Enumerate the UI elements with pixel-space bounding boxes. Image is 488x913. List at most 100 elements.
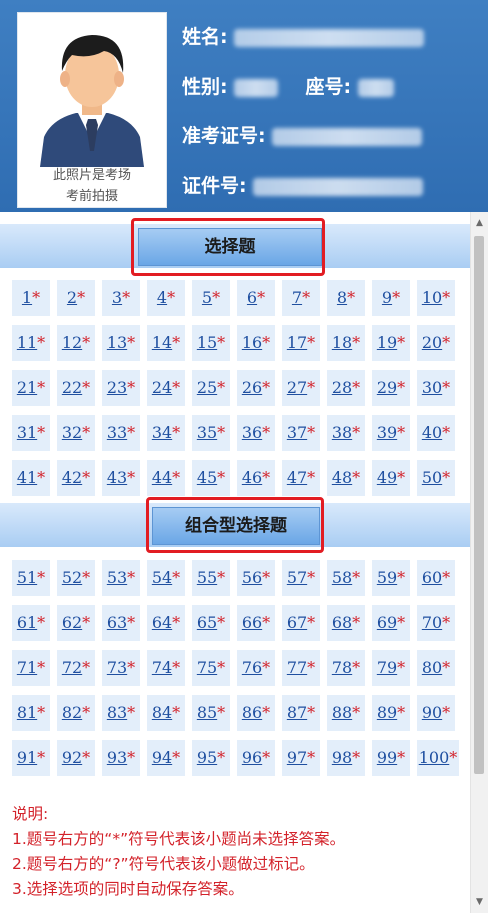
question-button-16[interactable]: 16* <box>237 325 275 361</box>
question-button-25[interactable]: 25* <box>192 370 230 406</box>
question-number[interactable]: 26 <box>242 378 262 397</box>
question-button-24[interactable]: 24* <box>147 370 185 406</box>
question-button-85[interactable]: 85* <box>192 695 230 731</box>
question-number[interactable]: 94 <box>152 748 172 767</box>
question-number[interactable]: 58 <box>332 568 352 587</box>
question-button-60[interactable]: 60* <box>417 560 455 596</box>
question-number[interactable]: 42 <box>62 468 82 487</box>
question-button-54[interactable]: 54* <box>147 560 185 596</box>
question-number[interactable]: 30 <box>422 378 442 397</box>
scroll-up-arrow-icon[interactable]: ▲ <box>471 216 488 230</box>
question-number[interactable]: 79 <box>377 658 397 677</box>
question-number[interactable]: 99 <box>377 748 397 767</box>
question-button-49[interactable]: 49* <box>372 460 410 496</box>
question-button-92[interactable]: 92* <box>57 740 95 776</box>
question-button-88[interactable]: 88* <box>327 695 365 731</box>
question-button-14[interactable]: 14* <box>147 325 185 361</box>
question-number[interactable]: 71 <box>17 658 37 677</box>
question-number[interactable]: 81 <box>17 703 37 722</box>
question-number[interactable]: 82 <box>62 703 82 722</box>
question-button-83[interactable]: 83* <box>102 695 140 731</box>
question-button-93[interactable]: 93* <box>102 740 140 776</box>
question-button-61[interactable]: 61* <box>12 605 50 641</box>
question-button-46[interactable]: 46* <box>237 460 275 496</box>
question-number[interactable]: 32 <box>62 423 82 442</box>
question-number[interactable]: 7 <box>292 288 302 307</box>
question-number[interactable]: 86 <box>242 703 262 722</box>
question-button-52[interactable]: 52* <box>57 560 95 596</box>
question-number[interactable]: 6 <box>247 288 257 307</box>
question-number[interactable]: 74 <box>152 658 172 677</box>
question-button-11[interactable]: 11* <box>12 325 50 361</box>
question-number[interactable]: 28 <box>332 378 352 397</box>
scrollbar-thumb[interactable] <box>474 236 484 774</box>
question-button-2[interactable]: 2* <box>57 280 95 316</box>
question-button-98[interactable]: 98* <box>327 740 365 776</box>
question-button-74[interactable]: 74* <box>147 650 185 686</box>
question-button-42[interactable]: 42* <box>57 460 95 496</box>
question-number[interactable]: 78 <box>332 658 352 677</box>
question-number[interactable]: 13 <box>107 333 127 352</box>
question-number[interactable]: 80 <box>422 658 442 677</box>
question-number[interactable]: 29 <box>377 378 397 397</box>
question-number[interactable]: 8 <box>337 288 347 307</box>
question-number[interactable]: 16 <box>242 333 262 352</box>
question-button-81[interactable]: 81* <box>12 695 50 731</box>
question-button-50[interactable]: 50* <box>417 460 455 496</box>
question-number[interactable]: 66 <box>242 613 262 632</box>
question-button-1[interactable]: 1* <box>12 280 50 316</box>
question-button-76[interactable]: 76* <box>237 650 275 686</box>
question-number[interactable]: 59 <box>377 568 397 587</box>
question-button-80[interactable]: 80* <box>417 650 455 686</box>
question-number[interactable]: 11 <box>17 333 37 352</box>
question-number[interactable]: 52 <box>62 568 82 587</box>
question-button-66[interactable]: 66* <box>237 605 275 641</box>
question-number[interactable]: 55 <box>197 568 217 587</box>
question-button-73[interactable]: 73* <box>102 650 140 686</box>
question-button-69[interactable]: 69* <box>372 605 410 641</box>
question-number[interactable]: 75 <box>197 658 217 677</box>
question-number[interactable]: 19 <box>377 333 397 352</box>
question-number[interactable]: 61 <box>17 613 37 632</box>
question-button-37[interactable]: 37* <box>282 415 320 451</box>
question-number[interactable]: 84 <box>152 703 172 722</box>
question-button-29[interactable]: 29* <box>372 370 410 406</box>
question-button-19[interactable]: 19* <box>372 325 410 361</box>
question-button-18[interactable]: 18* <box>327 325 365 361</box>
question-button-44[interactable]: 44* <box>147 460 185 496</box>
question-button-77[interactable]: 77* <box>282 650 320 686</box>
question-number[interactable]: 77 <box>287 658 307 677</box>
question-number[interactable]: 89 <box>377 703 397 722</box>
question-number[interactable]: 68 <box>332 613 352 632</box>
question-number[interactable]: 17 <box>287 333 307 352</box>
question-button-94[interactable]: 94* <box>147 740 185 776</box>
question-number[interactable]: 20 <box>422 333 442 352</box>
question-button-53[interactable]: 53* <box>102 560 140 596</box>
question-nav-panel[interactable]: 选择题 1* 2* 3* 4* 5* 6* 7* 8* 9* 10* 11* 12* 13* 14* 15*… <box>0 212 470 913</box>
question-button-51[interactable]: 51* <box>12 560 50 596</box>
question-button-12[interactable]: 12* <box>57 325 95 361</box>
question-button-71[interactable]: 71* <box>12 650 50 686</box>
question-button-8[interactable]: 8* <box>327 280 365 316</box>
question-button-67[interactable]: 67* <box>282 605 320 641</box>
question-button-41[interactable]: 41* <box>12 460 50 496</box>
question-button-45[interactable]: 45* <box>192 460 230 496</box>
question-number[interactable]: 49 <box>377 468 397 487</box>
question-number[interactable]: 97 <box>287 748 307 767</box>
question-number[interactable]: 57 <box>287 568 307 587</box>
question-button-4[interactable]: 4* <box>147 280 185 316</box>
question-button-96[interactable]: 96* <box>237 740 275 776</box>
question-number[interactable]: 76 <box>242 658 262 677</box>
question-button-3[interactable]: 3* <box>102 280 140 316</box>
question-number[interactable]: 2 <box>67 288 77 307</box>
question-number[interactable]: 91 <box>17 748 37 767</box>
question-number[interactable]: 54 <box>152 568 172 587</box>
question-number[interactable]: 60 <box>422 568 442 587</box>
question-number[interactable]: 31 <box>17 423 37 442</box>
question-button-7[interactable]: 7* <box>282 280 320 316</box>
question-number[interactable]: 67 <box>287 613 307 632</box>
question-button-64[interactable]: 64* <box>147 605 185 641</box>
question-button-39[interactable]: 39* <box>372 415 410 451</box>
question-button-95[interactable]: 95* <box>192 740 230 776</box>
question-number[interactable]: 47 <box>287 468 307 487</box>
